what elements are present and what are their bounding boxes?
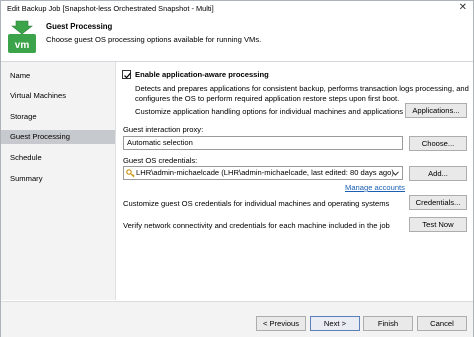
sidebar-item-schedule[interactable]: Schedule	[1, 151, 115, 165]
verify-connectivity-text: Verify network connectivity and credenti…	[123, 221, 390, 230]
guest-credentials-value: LHR\admin-michaelcade (LHR\admin-michael…	[136, 168, 394, 177]
sidebar-item-name[interactable]: Name	[1, 69, 115, 83]
guest-credentials-label: Guest OS credentials:	[123, 156, 198, 165]
credentials-button[interactable]: Credentials...	[409, 195, 467, 210]
customize-applications-text: Customize application handling options f…	[135, 107, 404, 116]
cancel-button[interactable]: Cancel	[417, 316, 467, 331]
app-aware-label[interactable]: Enable application-aware processing	[135, 70, 269, 79]
choose-button[interactable]: Choose...	[409, 136, 467, 151]
title-bar: Edit Backup Job [Snapshot-less Orchestra…	[1, 1, 473, 15]
next-button[interactable]: Next >	[310, 316, 360, 331]
close-icon[interactable]: ✕	[459, 2, 467, 13]
guest-credentials-select[interactable]: LHR\admin-michaelcade (LHR\admin-michael…	[123, 166, 403, 180]
page-subtitle: Choose guest OS processing options avail…	[46, 35, 262, 44]
chevron-down-icon	[392, 171, 399, 176]
customize-credentials-text: Customize guest OS credentials for indiv…	[123, 199, 390, 208]
wizard-header: vm Guest Processing Choose guest OS proc…	[1, 15, 473, 62]
finish-button[interactable]: Finish	[363, 316, 413, 331]
checkmark-icon	[124, 72, 131, 79]
sidebar-item-storage[interactable]: Storage	[1, 110, 115, 124]
main-content: Enable application-aware processing Dete…	[116, 62, 473, 300]
key-icon	[126, 169, 135, 178]
page-title: Guest Processing	[46, 22, 113, 31]
sidebar-item-virtual-machines[interactable]: Virtual Machines	[1, 89, 115, 103]
guest-proxy-field[interactable]: Automatic selection	[123, 136, 403, 150]
app-aware-description-line1: Detects and prepares applications for co…	[135, 84, 469, 93]
wizard-steps-sidebar: Name Virtual Machines Storage Guest Proc…	[1, 62, 116, 300]
window-title: Edit Backup Job [Snapshot-less Orchestra…	[7, 4, 214, 13]
sidebar-item-guest-processing[interactable]: Guest Processing	[1, 130, 115, 144]
applications-button[interactable]: Applications...	[405, 103, 467, 118]
app-aware-checkbox[interactable]	[122, 70, 131, 79]
test-now-button[interactable]: Test Now	[409, 217, 467, 232]
vm-logo-icon: vm	[7, 19, 37, 55]
dialog-window: Edit Backup Job [Snapshot-less Orchestra…	[0, 0, 474, 337]
previous-button[interactable]: < Previous	[256, 316, 306, 331]
guest-proxy-label: Guest interaction proxy:	[123, 125, 204, 134]
add-credentials-button[interactable]: Add...	[409, 166, 467, 181]
manage-accounts-link[interactable]: Manage accounts	[345, 183, 405, 192]
sidebar-item-summary[interactable]: Summary	[1, 172, 115, 186]
app-aware-description-line2: configures the OS to perform required ap…	[135, 94, 400, 103]
wizard-footer: < Previous Next > Finish Cancel	[1, 301, 473, 337]
logo-text: vm	[15, 40, 30, 51]
